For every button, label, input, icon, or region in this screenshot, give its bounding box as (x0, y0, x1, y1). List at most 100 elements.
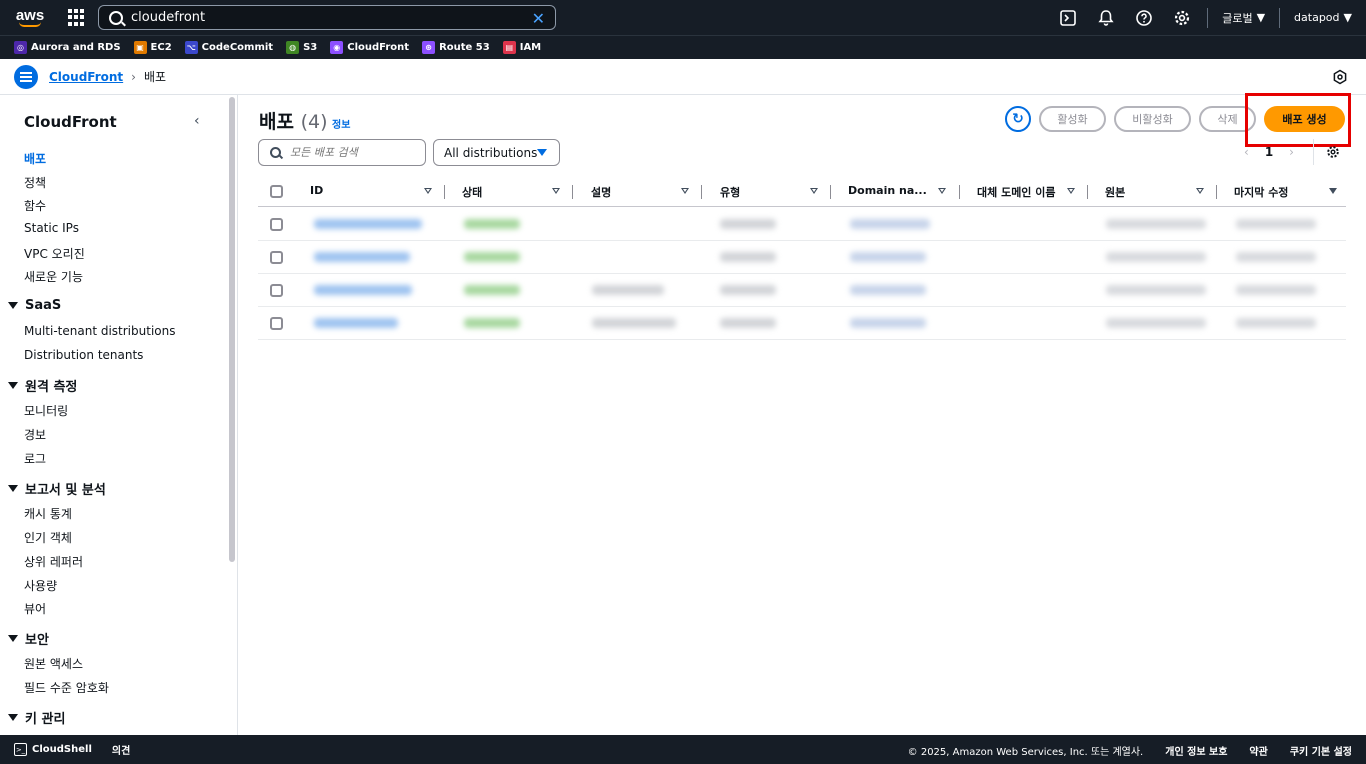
column-divider[interactable] (444, 185, 445, 199)
sidebar-item-distribution-tenants[interactable]: Distribution tenants (24, 348, 143, 362)
help-icon[interactable] (1135, 9, 1153, 27)
footer-cloudshell[interactable]: CloudShell (32, 744, 92, 755)
sidebar-section-key-management[interactable]: 키 관리 (8, 708, 65, 727)
cloudshell-icon[interactable] (1059, 9, 1077, 27)
column-divider[interactable] (959, 185, 960, 199)
sort-icon[interactable] (681, 188, 689, 194)
sidebar-item-alarms[interactable]: 경보 (24, 426, 46, 443)
sidebar-item-usage[interactable]: 사용량 (24, 577, 57, 594)
column-divider[interactable] (701, 185, 702, 199)
sidebar-scrollbar[interactable] (228, 95, 236, 735)
sort-icon[interactable] (552, 188, 560, 194)
clear-search-icon[interactable]: ✕ (532, 9, 545, 28)
table-settings-gear-icon[interactable] (1326, 145, 1340, 159)
blurred-id-link[interactable] (314, 219, 422, 229)
services-grid-icon[interactable] (68, 8, 86, 27)
region-selector[interactable]: 글로벌 ▼ (1222, 10, 1265, 26)
favorite-s3[interactable]: ◍ S3 (286, 41, 317, 54)
column-header-id[interactable]: ID (310, 184, 323, 197)
table-row[interactable] (258, 274, 1346, 307)
distribution-search[interactable] (258, 139, 426, 166)
chevron-left-icon[interactable]: ‹ (194, 113, 200, 129)
favorite-cloudfront[interactable]: ◉ CloudFront (330, 41, 409, 54)
blurred-id-link[interactable] (314, 252, 410, 262)
select-all-checkbox[interactable] (270, 185, 283, 198)
hexagon-settings-icon[interactable] (1332, 69, 1348, 85)
favorite-iam[interactable]: ▤ IAM (502, 41, 541, 54)
global-search[interactable]: ✕ (98, 5, 556, 30)
sidebar-item-static-ips[interactable]: Static IPs (24, 221, 79, 235)
refresh-button[interactable]: ↻ (1005, 106, 1031, 132)
column-divider[interactable] (830, 185, 831, 199)
sidebar-item-monitoring[interactable]: 모니터링 (24, 402, 68, 419)
sidebar-section-reports[interactable]: 보고서 및 분석 (8, 479, 106, 498)
footer-cookie-settings-link[interactable]: 쿠키 기본 설정 (1290, 743, 1352, 758)
row-checkbox[interactable] (270, 218, 283, 231)
sidebar-item-functions[interactable]: 함수 (24, 197, 46, 214)
page-number[interactable]: 1 (1265, 145, 1273, 159)
distribution-filter-select[interactable]: All distributions (433, 139, 560, 166)
row-checkbox[interactable] (270, 317, 283, 330)
sidebar-item-policies[interactable]: 정책 (24, 174, 46, 191)
sort-descending-icon[interactable] (1329, 188, 1337, 194)
sort-icon[interactable] (938, 188, 946, 194)
sidebar-item-origin-access[interactable]: 원본 액세스 (24, 655, 83, 672)
sidebar-item-logs[interactable]: 로그 (24, 450, 46, 467)
table-row[interactable] (258, 307, 1346, 340)
sort-icon[interactable] (810, 188, 818, 194)
sidebar-section-saas[interactable]: SaaS (8, 298, 61, 313)
enable-button[interactable]: 활성화 (1039, 106, 1106, 132)
favorite-route53[interactable]: ⊛ Route 53 (422, 41, 490, 54)
account-menu[interactable]: datapod ▼ (1294, 11, 1352, 24)
footer-privacy-link[interactable]: 개인 정보 보호 (1165, 743, 1227, 758)
row-checkbox[interactable] (270, 251, 283, 264)
sidebar-item-field-level-encryption[interactable]: 필드 수준 암호화 (24, 679, 109, 696)
favorite-codecommit[interactable]: ⌥ CodeCommit (184, 41, 273, 54)
scrollbar-thumb[interactable] (229, 97, 235, 562)
blurred-id-link[interactable] (314, 285, 412, 295)
sidebar-item-cache-stats[interactable]: 캐시 통계 (24, 505, 72, 522)
distribution-search-input[interactable] (290, 146, 420, 159)
column-divider[interactable] (572, 185, 573, 199)
chevron-left-icon[interactable]: ‹ (1244, 145, 1249, 159)
table-row[interactable] (258, 241, 1346, 274)
sidebar-item-multi-tenant[interactable]: Multi-tenant distributions (24, 324, 175, 338)
favorite-ec2[interactable]: ▣ EC2 (133, 41, 172, 54)
sidebar-item-popular-objects[interactable]: 인기 객체 (24, 529, 72, 546)
global-search-input[interactable] (131, 10, 511, 25)
sidebar-section-security[interactable]: 보안 (8, 629, 49, 648)
chevron-right-icon[interactable]: › (1289, 145, 1294, 159)
sidebar-section-telemetry[interactable]: 원격 측정 (8, 376, 77, 395)
settings-gear-icon[interactable] (1173, 9, 1191, 27)
column-header-origin[interactable]: 원본 (1105, 184, 1125, 200)
sidebar-item-whats-new[interactable]: 새로운 기능 (24, 268, 83, 285)
sidebar-item-distributions[interactable]: 배포 (24, 150, 46, 167)
footer-feedback[interactable]: 의견 (112, 742, 130, 757)
column-divider[interactable] (1216, 185, 1217, 199)
column-header-alternate-domain[interactable]: 대체 도메인 이름 (977, 184, 1056, 200)
column-header-status[interactable]: 상태 (462, 184, 482, 200)
info-link[interactable]: 정보 (332, 116, 350, 131)
sidebar-item-viewers[interactable]: 뷰어 (24, 600, 46, 617)
table-row[interactable] (258, 208, 1346, 241)
sidebar-item-top-referrers[interactable]: 상위 레퍼러 (24, 553, 83, 570)
column-header-type[interactable]: 유형 (720, 184, 740, 200)
disable-button[interactable]: 비활성화 (1114, 106, 1191, 132)
sidebar-item-vpc-origins[interactable]: VPC 오리진 (24, 245, 85, 262)
sort-icon[interactable] (1196, 188, 1204, 194)
cloudshell-icon[interactable]: >_ (14, 743, 27, 756)
favorite-rds[interactable]: ◎ Aurora and RDS (14, 41, 121, 54)
column-header-last-modified[interactable]: 마지막 수정 (1234, 184, 1288, 200)
column-divider[interactable] (1087, 185, 1088, 199)
notifications-bell-icon[interactable] (1097, 9, 1115, 27)
blurred-id-link[interactable] (314, 318, 398, 328)
footer-terms-link[interactable]: 약관 (1249, 743, 1267, 758)
row-checkbox[interactable] (270, 284, 283, 297)
sort-icon[interactable] (424, 188, 432, 194)
column-header-description[interactable]: 설명 (591, 184, 611, 200)
side-menu-button[interactable] (14, 64, 38, 89)
column-header-domain-name[interactable]: Domain na... (848, 184, 927, 197)
sort-icon[interactable] (1067, 188, 1075, 194)
breadcrumb-cloudfront[interactable]: CloudFront (49, 70, 123, 84)
aws-logo[interactable]: aws (6, 0, 54, 35)
